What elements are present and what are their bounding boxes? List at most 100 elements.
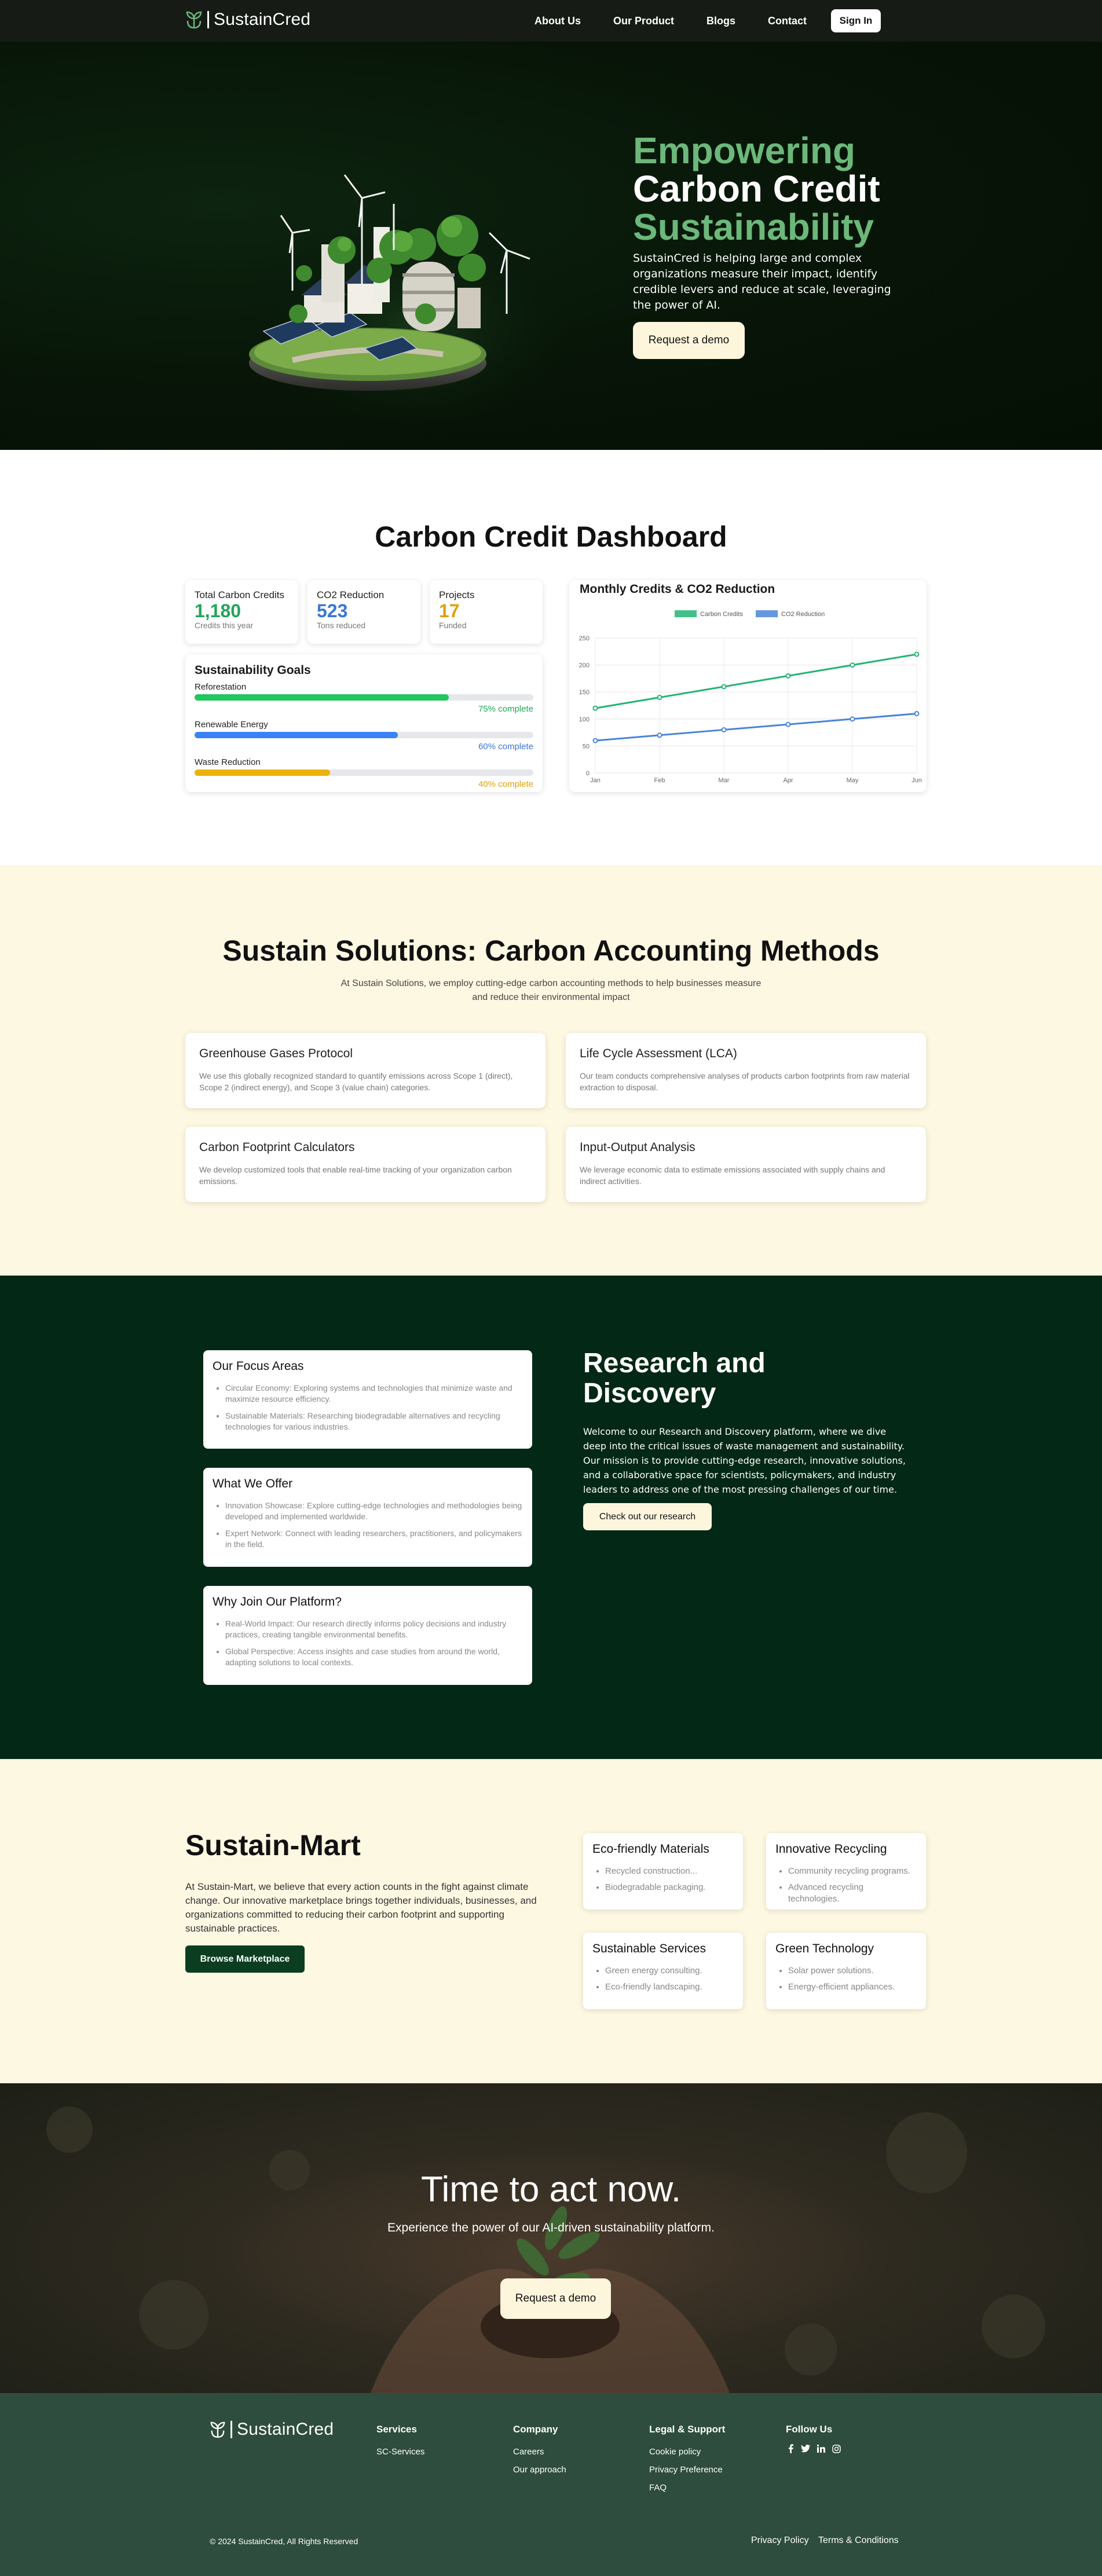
hero-section: Empowering Carbon Credit Sustainability … [0,42,1102,450]
solution-card-footprint-calculators: Carbon Footprint Calculators We develop … [185,1127,545,1202]
footer-privacy-policy-link[interactable]: Privacy Policy [751,2535,809,2546]
linkedin-icon[interactable] [817,2445,825,2453]
goal-waste-reduction: Waste Reduction 40% complete [195,757,533,789]
mart-title: Sustain-Mart [185,1829,361,1862]
x-tick-label: Mar [719,777,730,784]
solutions-section: Sustain Solutions: Carbon Accounting Met… [0,865,1102,1276]
brand-name: SustainCred [214,10,311,29]
research-card-item: Sustainable Materials: Researching biode… [225,1410,523,1432]
solution-card-title: Life Cycle Assessment (LCA) [580,1047,737,1060]
research-card-item: Expert Network: Connect with leading res… [225,1528,523,1550]
solution-card-title: Carbon Footprint Calculators [199,1141,355,1154]
data-point [850,662,855,668]
y-tick-label: 200 [579,662,590,669]
research-title-line1: Research and [583,1348,766,1379]
stat-sub: Credits this year [195,621,254,630]
mart-card-innovative-recycling: Innovative Recycling Community recycling… [766,1833,926,1910]
data-point [721,684,727,690]
data-point [721,727,727,732]
stat-value: 17 [439,600,460,621]
legend-swatch [756,610,778,617]
green-city-illustration [240,174,588,424]
hero-title-line2: Carbon Credit [633,168,880,210]
hero-request-demo-button[interactable]: Request a demo [633,322,745,359]
sign-in-button[interactable]: Sign In [831,9,881,32]
mart-card-title: Innovative Recycling [775,1842,887,1856]
series-line [595,653,917,709]
research-card-title: Why Join Our Platform? [213,1595,342,1608]
research-title: Research and Discovery [583,1349,766,1409]
twitter-icon[interactable] [801,2445,810,2453]
research-card-item: Real-World Impact: Our research directly… [225,1618,523,1640]
hands-with-plant-background [46,2106,1045,2393]
footer: SustainCred Services SC-Services Company… [0,2393,1102,2576]
x-tick-label: Jan [590,777,601,784]
stat-card-total-credits: Total Carbon Credits 1,180 Credits this … [185,580,298,644]
mart-card-title: Sustainable Services [592,1942,706,1955]
nav-link-blogs[interactable]: Blogs [706,15,735,27]
footer-link-careers[interactable]: Careers [513,2447,544,2457]
stat-card-projects: Projects 17 Funded [430,580,543,644]
solutions-subtitle: At Sustain Solutions, we employ cutting-… [0,977,1102,1005]
goal-percent: 60% complete [478,742,533,752]
footer-link-faq[interactable]: FAQ [649,2483,667,2493]
brand-logo[interactable]: SustainCred [185,10,310,30]
sustain-mart-section: Sustain-Mart At Sustain-Mart, we believe… [0,1759,1102,2083]
research-card-title: What We Offer [213,1477,293,1490]
hero-title-line3: Sustainability [633,206,874,248]
check-out-research-button[interactable]: Check out our research [583,1503,712,1530]
goal-name: Renewable Energy [195,720,268,730]
dashboard-title: Carbon Credit Dashboard [375,521,727,553]
mart-card-eco-materials: Eco-friendly Materials Recycled construc… [583,1833,743,1910]
mart-card-green-technology: Green Technology Solar power solutions. E… [766,1933,926,2009]
cta-subtitle: Experience the power of our AI-driven su… [387,2221,715,2234]
goal-name: Reforestation [195,682,247,692]
mart-card-item: Community recycling programs. [788,1866,917,1877]
research-section: Our Focus Areas Circular Economy: Explor… [0,1276,1102,1759]
y-tick-label: 50 [583,743,590,750]
monthly-chart-card: Monthly Credits & CO2 Reduction 0 50 100 15… [569,580,927,792]
hero-title-line1: Empowering [633,130,856,171]
stat-value: 1,180 [195,600,241,621]
footer-link-cookie-policy[interactable]: Cookie policy [649,2447,701,2457]
x-tick-label: Apr [783,777,793,784]
research-card-item: Innovation Showcase: Explore cutting-edg… [225,1500,523,1522]
y-tick-label: 250 [579,635,590,642]
mart-card-item: Biodegradable packaging. [605,1882,734,1893]
research-card-item: Circular Economy: Exploring systems and … [225,1383,523,1405]
mart-card-title: Eco-friendly Materials [592,1842,709,1856]
goal-name: Waste Reduction [195,757,261,767]
goal-percent: 75% complete [478,704,533,714]
research-card-what-we-offer: What We Offer Innovation Showcase: Explo… [203,1468,532,1567]
nav-link-about-us[interactable]: About Us [534,15,581,27]
research-card-item: Global Perspective: Access insights and … [225,1646,523,1668]
instagram-icon[interactable] [832,2444,841,2453]
data-point [914,710,920,716]
footer-link-sc-services[interactable]: SC-Services [376,2447,424,2457]
data-point [592,705,598,711]
footer-link-privacy-preference[interactable]: Privacy Preference [649,2465,723,2475]
data-point [785,673,791,679]
nav-link-our-product[interactable]: Our Product [613,15,674,27]
footer-company-heading: Company [513,2424,558,2435]
nav-link-contact[interactable]: Contact [768,15,807,27]
chart-title: Monthly Credits & CO2 Reduction [580,582,775,596]
research-title-line2: Discovery [583,1378,716,1409]
cta-request-demo-button[interactable]: Request a demo [500,2278,611,2319]
browse-marketplace-button[interactable]: Browse Marketplace [185,1945,305,1973]
footer-link-our-approach[interactable]: Our approach [513,2465,566,2475]
solution-card-title: Greenhouse Gases Protocol [199,1047,353,1060]
footer-brand-logo[interactable]: SustainCred [210,2420,334,2439]
data-point [785,721,791,727]
footer-terms-link[interactable]: Terms & Conditions [818,2535,899,2546]
goal-progress-fill [195,732,398,738]
facebook-icon[interactable] [787,2444,794,2453]
line-chart: 0 50 100 150 200 250 Jan Feb Mar Apr May Jun Carbon … [579,610,922,784]
social-icons [787,2444,841,2453]
goal-progress-track [195,769,533,776]
hero-description: SustainCred is helping large and complex… [633,252,891,312]
footer-follow-heading: Follow Us [786,2424,833,2435]
x-tick-label: Feb [654,777,665,784]
x-tick-label: Jun [911,777,922,784]
goals-title: Sustainability Goals [195,664,311,677]
